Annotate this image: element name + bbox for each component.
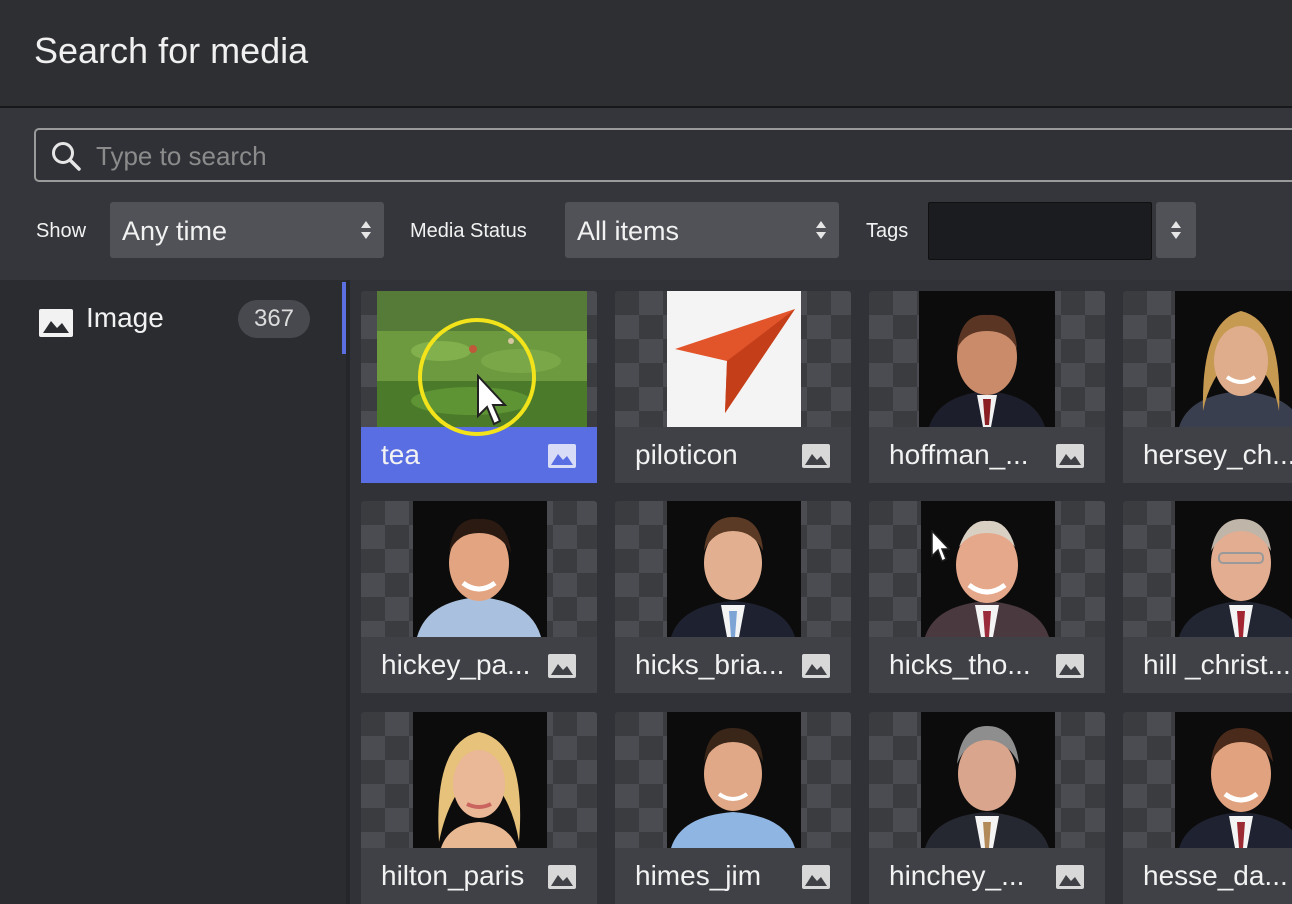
image-icon <box>39 309 73 337</box>
media-thumbnail <box>615 501 851 637</box>
media-tile-hicks-thomas[interactable]: hicks_tho... <box>869 501 1105 697</box>
media-thumbnail <box>361 291 597 427</box>
tags-label: Tags <box>866 220 909 242</box>
sidebar: Image 367 <box>0 280 346 904</box>
search-input[interactable] <box>94 138 1198 174</box>
image-icon <box>1056 654 1084 678</box>
media-name: hickey_pa... <box>381 649 531 680</box>
image-icon <box>548 654 576 678</box>
media-tile-tea[interactable]: tea <box>361 291 597 487</box>
media-name: piloticon <box>635 439 738 470</box>
search-box[interactable] <box>34 128 1292 182</box>
media-thumbnail <box>615 712 851 848</box>
page-title: Search for media <box>34 30 309 71</box>
media-thumbnail <box>869 291 1105 427</box>
count-badge: 367 <box>238 300 310 338</box>
sidebar-item-label: Image <box>86 302 164 333</box>
media-thumbnail <box>361 712 597 848</box>
media-caption: hicks_bria... <box>615 637 851 693</box>
sort-arrows-icon <box>1171 221 1181 239</box>
media-caption: hilton_paris <box>361 848 597 904</box>
image-icon <box>1056 865 1084 889</box>
media-tile-hinchey[interactable]: hinchey_... <box>869 712 1105 904</box>
media-tile-hicks-brian[interactable]: hicks_bria... <box>615 501 851 697</box>
media-caption: hickey_pa... <box>361 637 597 693</box>
media-thumbnail <box>869 712 1105 848</box>
media-tile-hill-christ[interactable]: hill _christ... <box>1123 501 1292 697</box>
media-thumbnail <box>869 501 1105 637</box>
media-caption: tea <box>361 427 597 483</box>
media-tile-hilton[interactable]: hilton_paris <box>361 712 597 904</box>
title-bar: Search for media <box>0 0 1292 108</box>
image-icon <box>802 865 830 889</box>
media-caption: hinchey_... <box>869 848 1105 904</box>
media-tile-piloticon[interactable]: piloticon <box>615 291 851 487</box>
media-caption: hersey_ch... <box>1123 427 1292 483</box>
media-name: hilton_paris <box>381 860 525 891</box>
media-name: hoffman_... <box>889 439 1029 470</box>
media-thumbnail <box>361 501 597 637</box>
media-name: hicks_tho... <box>889 649 1031 680</box>
media-caption: hoffman_... <box>869 427 1105 483</box>
media-caption: hesse_da... <box>1123 848 1292 904</box>
media-grid: tea piloticon hoffman_... hersey_ch... h… <box>350 280 1292 904</box>
media-name: himes_jim <box>635 860 762 891</box>
image-icon <box>548 865 576 889</box>
media-tile-hesse[interactable]: hesse_da... <box>1123 712 1292 904</box>
media-tile-hoffman[interactable]: hoffman_... <box>869 291 1105 487</box>
media-status-select[interactable]: All items <box>565 202 839 258</box>
media-caption: hicks_tho... <box>869 637 1105 693</box>
sort-arrows-icon <box>816 221 826 239</box>
show-label: Show <box>36 220 87 242</box>
show-select[interactable]: Any time <box>110 202 384 258</box>
media-caption: hill _christ... <box>1123 637 1292 693</box>
media-tile-hersey[interactable]: hersey_ch... <box>1123 291 1292 487</box>
image-icon <box>802 444 830 468</box>
media-thumbnail <box>1123 712 1292 848</box>
media-name: tea <box>381 439 420 470</box>
media-caption: himes_jim <box>615 848 851 904</box>
media-thumbnail <box>1123 291 1292 427</box>
media-status-select-value: All items <box>577 216 680 246</box>
sort-arrows-icon <box>361 221 371 239</box>
image-icon <box>802 654 830 678</box>
media-caption: piloticon <box>615 427 851 483</box>
media-thumbnail <box>615 291 851 427</box>
image-icon <box>548 444 576 468</box>
media-name: hill _christ... <box>1143 649 1291 680</box>
media-status-label: Media Status <box>410 220 527 242</box>
tags-stepper[interactable] <box>1156 202 1196 258</box>
media-thumbnail <box>1123 501 1292 637</box>
search-icon <box>52 142 81 171</box>
show-select-value: Any time <box>122 216 228 246</box>
tags-input[interactable] <box>928 202 1152 260</box>
media-name: hesse_da... <box>1143 860 1288 891</box>
sidebar-item-image[interactable]: Image 367 <box>0 294 340 346</box>
image-icon <box>1056 444 1084 468</box>
media-name: hersey_ch... <box>1143 439 1292 470</box>
media-name: hicks_bria... <box>635 649 785 680</box>
media-name: hinchey_... <box>889 860 1025 891</box>
media-tile-himes[interactable]: himes_jim <box>615 712 851 904</box>
toolbar: Show Any time Media Status All items Tag… <box>0 108 1292 280</box>
media-tile-hickey[interactable]: hickey_pa... <box>361 501 597 697</box>
